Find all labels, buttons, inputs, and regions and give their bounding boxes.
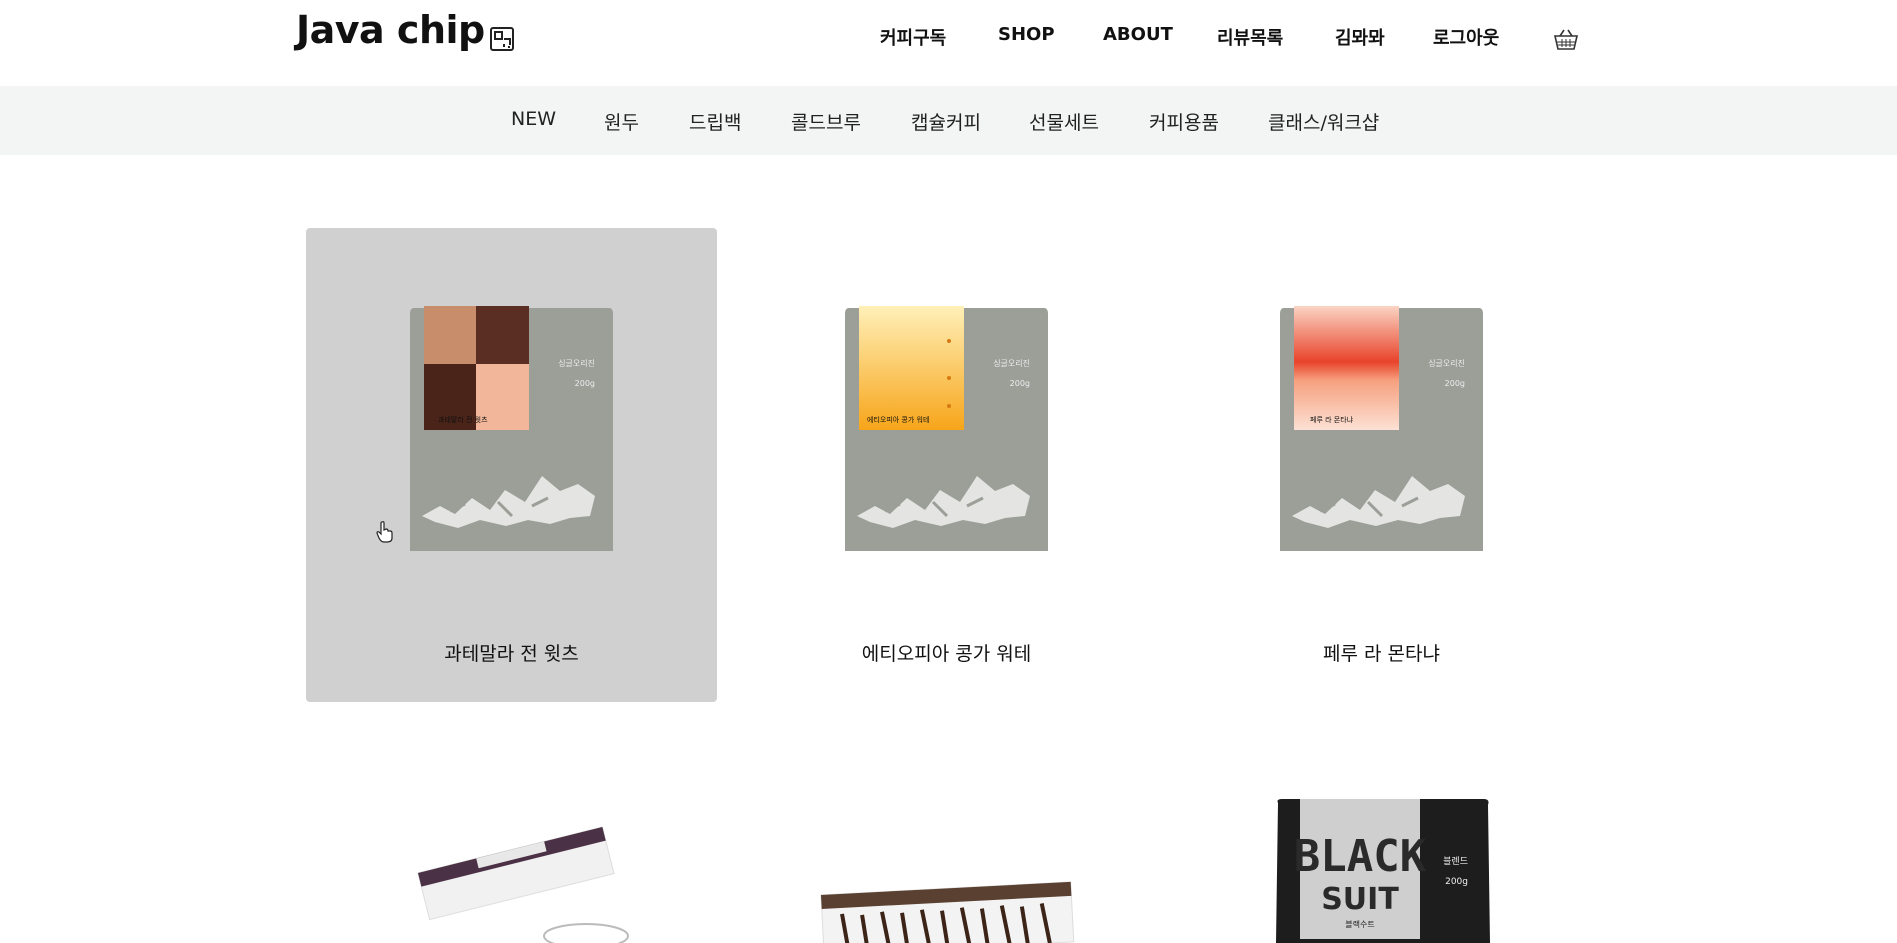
nav-coffee-subscription[interactable]: 커피구독: [880, 24, 946, 50]
nav-about[interactable]: ABOUT: [1103, 24, 1173, 45]
hand-cursor-icon: [376, 521, 393, 543]
svg-text:블렌드: 블렌드: [1443, 856, 1468, 867]
product-image: [417, 826, 629, 943]
nav-review-list[interactable]: 리뷰목록: [1217, 24, 1283, 50]
svg-text:200g: 200g: [1010, 379, 1030, 388]
site-header: Java chip 커피구독 SHOP ABOUT 리뷰목록 김뫄뫄 로그아웃: [0, 0, 1897, 86]
category-coldbrew[interactable]: 콜드브루: [791, 108, 861, 135]
category-gift-set[interactable]: 선물세트: [1029, 108, 1099, 135]
product-card[interactable]: [306, 743, 717, 943]
category-coffee-goods[interactable]: 커피용품: [1149, 108, 1219, 135]
product-card[interactable]: BLACK SUIT 블랙수트 블렌드 200g: [1176, 743, 1587, 943]
svg-text:200g: 200g: [575, 379, 595, 388]
category-dripbag[interactable]: 드립백: [689, 108, 741, 135]
bag-label-text: 에티오피아 콩가 워테: [867, 415, 929, 424]
svg-text:싱글오리진: 싱글오리진: [1428, 358, 1465, 368]
product-card[interactable]: 과테말라 전 윗츠 싱글오리진 200g 과테말라 전 윗츠: [306, 228, 717, 702]
basket-icon[interactable]: [1553, 27, 1579, 51]
category-new[interactable]: NEW: [511, 108, 556, 130]
product-card[interactable]: 페루 라 몬타냐 싱글오리진 200g 페루 라 몬타냐: [1176, 228, 1587, 702]
svg-text:블랙수트: 블랙수트: [1345, 919, 1374, 929]
bag-label-text: 페루 라 몬타냐: [1310, 415, 1354, 424]
product-name[interactable]: 페루 라 몬타냐: [1176, 639, 1587, 666]
nav-user-name[interactable]: 김뫄뫄: [1335, 24, 1385, 50]
bag-logo-top: BLACK: [1294, 831, 1427, 882]
product-image: 에티오피아 콩가 워테 싱글오리진 200g: [845, 306, 1048, 551]
product-card[interactable]: 에티오피아 콩가 워테 싱글오리진 200g 에티오피아 콩가 워테: [741, 228, 1152, 702]
category-class-workshop[interactable]: 클래스/워크샵: [1268, 108, 1379, 135]
product-image: 페루 라 몬타냐 싱글오리진 200g: [1280, 306, 1483, 551]
svg-text:싱글오리진: 싱글오리진: [558, 358, 595, 368]
category-capsule[interactable]: 캡슐커피: [911, 108, 981, 135]
bag-label-text: 과테말라 전 윗츠: [438, 415, 488, 424]
nav-logout[interactable]: 로그아웃: [1433, 24, 1499, 50]
category-beans[interactable]: 원두: [604, 108, 639, 135]
category-bar: NEW 원두 드립백 콜드브루 캡슐커피 선물세트 커피용품 클래스/워크샵: [0, 86, 1897, 155]
top-nav: 커피구독 SHOP ABOUT 리뷰목록 김뫄뫄 로그아웃: [0, 24, 1897, 50]
product-image: BLACK SUIT 블랙수트 블렌드 200g: [1276, 799, 1490, 943]
product-name[interactable]: 에티오피아 콩가 워테: [741, 639, 1152, 666]
product-image: [820, 881, 1075, 943]
product-image: 과테말라 전 윗츠 싱글오리진 200g: [410, 306, 613, 551]
nav-shop[interactable]: SHOP: [998, 24, 1055, 45]
svg-text:200g: 200g: [1445, 877, 1468, 887]
product-name[interactable]: 과테말라 전 윗츠: [306, 639, 717, 666]
bag-logo-bottom: SUIT: [1321, 882, 1399, 917]
svg-text:200g: 200g: [1445, 379, 1465, 388]
svg-text:싱글오리진: 싱글오리진: [993, 358, 1030, 368]
product-card[interactable]: [741, 743, 1152, 943]
